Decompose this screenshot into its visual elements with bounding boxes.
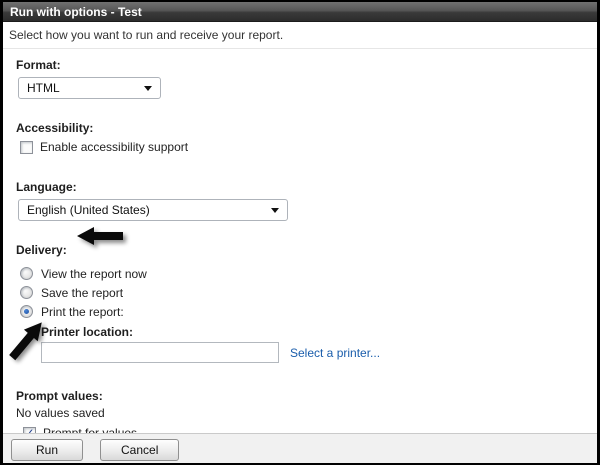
printer-location-input[interactable] <box>41 342 279 363</box>
radio-label: Print the report: <box>41 305 124 319</box>
printer-location-block: Printer location: Select a printer... <box>41 325 597 363</box>
format-dropdown[interactable]: HTML <box>18 77 161 99</box>
radio-label: Save the report <box>41 286 123 300</box>
prompt-values-status: No values saved <box>16 406 597 421</box>
dialog-subtitle: Select how you want to run and receive y… <box>3 22 597 49</box>
delivery-options: View the report now Save the report Prin… <box>20 264 597 321</box>
radio-label: View the report now <box>41 267 147 281</box>
accessibility-checkbox-row[interactable]: Enable accessibility support <box>20 140 597 154</box>
radio-view-report-now[interactable]: View the report now <box>20 264 597 283</box>
radio-button[interactable] <box>20 267 33 280</box>
dialog-title: Run with options - Test <box>3 2 597 22</box>
radio-button[interactable] <box>20 286 33 299</box>
accessibility-label: Accessibility: <box>16 121 597 136</box>
select-a-printer-link[interactable]: Select a printer... <box>290 346 380 360</box>
chevron-down-icon <box>271 208 279 213</box>
run-with-options-dialog: Run with options - Test Select how you w… <box>0 0 600 465</box>
radio-print-report[interactable]: Print the report: <box>20 302 597 321</box>
dialog-footer: Run Cancel <box>3 433 597 463</box>
accessibility-checkbox-label: Enable accessibility support <box>40 140 188 154</box>
accessibility-checkbox[interactable] <box>20 141 33 154</box>
run-button[interactable]: Run <box>11 439 83 461</box>
language-label: Language: <box>16 180 597 195</box>
prompt-values-label: Prompt values: <box>16 389 597 404</box>
left-arrow-icon <box>76 226 126 246</box>
cancel-button[interactable]: Cancel <box>100 439 179 461</box>
radio-save-report[interactable]: Save the report <box>20 283 597 302</box>
format-dropdown-value: HTML <box>27 81 60 95</box>
chevron-down-icon <box>144 86 152 91</box>
up-right-arrow-icon <box>3 308 51 366</box>
language-dropdown-value: English (United States) <box>27 203 150 217</box>
language-dropdown[interactable]: English (United States) <box>18 199 288 221</box>
dialog-content: Format: HTML Accessibility: Enable acces… <box>3 58 597 440</box>
printer-location-label: Printer location: <box>41 325 597 340</box>
format-label: Format: <box>16 58 597 73</box>
